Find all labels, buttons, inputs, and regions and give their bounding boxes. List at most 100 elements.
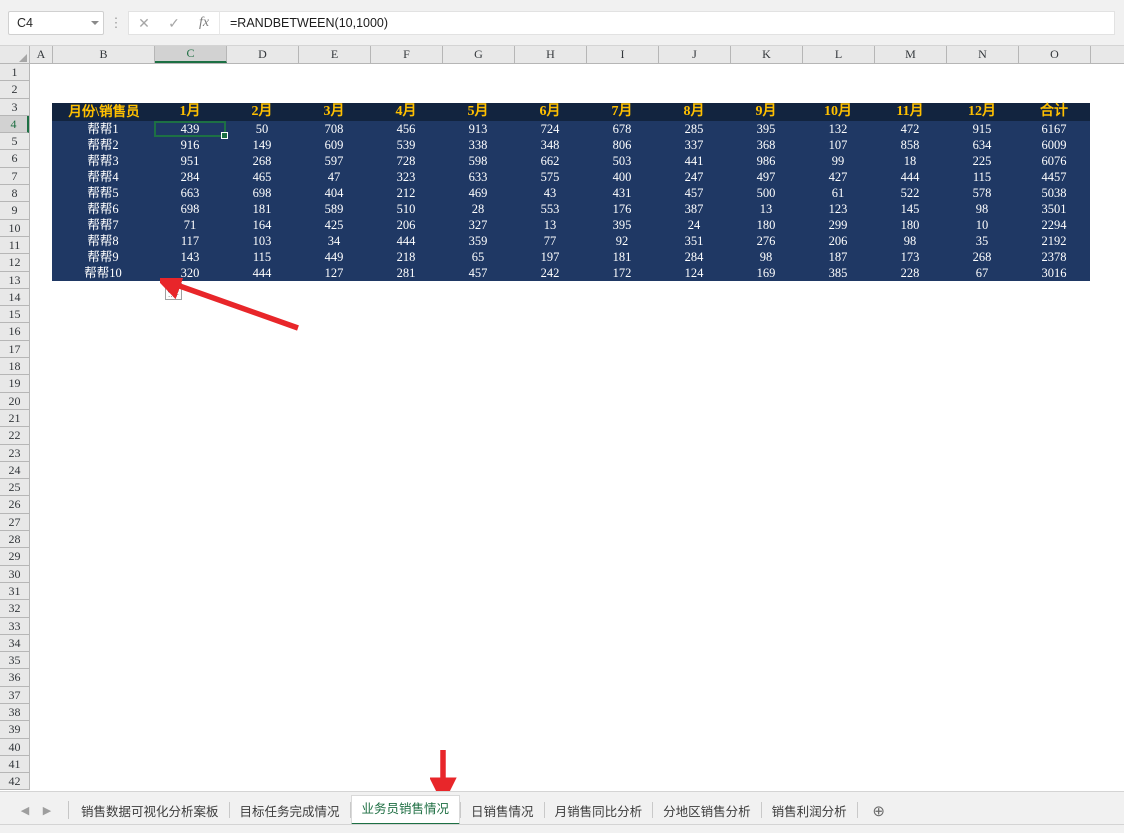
month-value-cell[interactable]: 123 [802,201,874,217]
month-value-cell[interactable]: 338 [442,137,514,153]
month-value-cell[interactable]: 28 [442,201,514,217]
row-header-32[interactable]: 32 [0,600,29,618]
month-value-cell[interactable]: 285 [658,121,730,137]
month-value-cell[interactable]: 103 [226,233,298,249]
month-value-cell[interactable]: 284 [154,169,226,185]
month-value-cell[interactable]: 351 [658,233,730,249]
month-value-cell[interactable]: 806 [586,137,658,153]
month-value-cell[interactable]: 268 [226,153,298,169]
month-value-cell[interactable]: 441 [658,153,730,169]
month-value-cell[interactable]: 281 [370,265,442,281]
row-header-31[interactable]: 31 [0,582,29,601]
row-header-22[interactable]: 22 [0,427,29,445]
month-value-cell[interactable]: 206 [802,233,874,249]
month-value-cell[interactable]: 242 [514,265,586,281]
month-value-cell[interactable]: 469 [442,185,514,201]
month-value-cell[interactable]: 143 [154,249,226,265]
row-header-21[interactable]: 21 [0,409,29,428]
month-value-cell[interactable]: 164 [226,217,298,233]
month-value-cell[interactable]: 598 [442,153,514,169]
month-value-cell[interactable]: 247 [658,169,730,185]
month-value-cell[interactable]: 444 [226,265,298,281]
more-options-icon[interactable]: ⋮ [104,16,128,29]
sheet-tab[interactable]: 销售利润分析 [762,799,857,825]
row-header-17[interactable]: 17 [0,340,29,359]
row-header-4[interactable]: 4 [0,115,29,134]
month-value-cell[interactable]: 47 [298,169,370,185]
month-value-cell[interactable]: 35 [946,233,1018,249]
month-value-cell[interactable]: 539 [370,137,442,153]
month-value-cell[interactable]: 724 [514,121,586,137]
nav-prev-icon[interactable]: ◀ [14,804,36,817]
month-value-cell[interactable]: 212 [370,185,442,201]
month-value-cell[interactable]: 457 [658,185,730,201]
row-header-14[interactable]: 14 [0,288,29,307]
month-value-cell[interactable]: 444 [370,233,442,249]
month-value-cell[interactable]: 50 [226,121,298,137]
month-value-cell[interactable]: 181 [586,249,658,265]
month-value-cell[interactable]: 951 [154,153,226,169]
month-value-cell[interactable]: 456 [370,121,442,137]
month-value-cell[interactable]: 228 [874,265,946,281]
month-value-cell[interactable]: 597 [298,153,370,169]
month-value-cell[interactable]: 115 [946,169,1018,185]
month-value-cell[interactable]: 662 [514,153,586,169]
month-value-cell[interactable]: 145 [874,201,946,217]
row-header-6[interactable]: 6 [0,150,29,168]
chevron-down-icon[interactable] [91,20,99,25]
month-value-cell[interactable]: 916 [154,137,226,153]
row-header-30[interactable]: 30 [0,565,29,583]
month-value-cell[interactable]: 400 [586,169,658,185]
column-header-c[interactable]: C [155,46,227,63]
month-value-cell[interactable]: 99 [802,153,874,169]
row-header-40[interactable]: 40 [0,738,29,756]
month-value-cell[interactable]: 197 [514,249,586,265]
row-header-41[interactable]: 41 [0,755,29,774]
month-value-cell[interactable]: 176 [586,201,658,217]
month-value-cell[interactable]: 284 [658,249,730,265]
row-header-5[interactable]: 5 [0,133,29,151]
month-value-cell[interactable]: 187 [802,249,874,265]
month-value-cell[interactable]: 92 [586,233,658,249]
sheet-tab[interactable]: 目标任务完成情况 [230,799,350,825]
column-header-l[interactable]: L [803,46,875,63]
month-value-cell[interactable]: 368 [730,137,802,153]
month-value-cell[interactable]: 457 [442,265,514,281]
row-header-19[interactable]: 19 [0,375,29,393]
month-value-cell[interactable]: 449 [298,249,370,265]
month-value-cell[interactable]: 225 [946,153,1018,169]
month-value-cell[interactable]: 503 [586,153,658,169]
month-value-cell[interactable]: 98 [874,233,946,249]
month-value-cell[interactable]: 18 [874,153,946,169]
month-value-cell[interactable]: 444 [874,169,946,185]
sheet-tab[interactable]: 月销售同比分析 [545,799,653,825]
month-value-cell[interactable]: 268 [946,249,1018,265]
row-header-27[interactable]: 27 [0,513,29,532]
formula-input[interactable]: =RANDBETWEEN(10,1000) [219,10,1115,35]
row-header-16[interactable]: 16 [0,323,29,341]
month-value-cell[interactable]: 67 [946,265,1018,281]
month-value-cell[interactable]: 181 [226,201,298,217]
month-value-cell[interactable]: 404 [298,185,370,201]
month-value-cell[interactable]: 77 [514,233,586,249]
month-value-cell[interactable]: 117 [154,233,226,249]
month-value-cell[interactable]: 180 [730,217,802,233]
month-value-cell[interactable]: 553 [514,201,586,217]
month-value-cell[interactable]: 337 [658,137,730,153]
month-value-cell[interactable]: 124 [658,265,730,281]
column-header-e[interactable]: E [299,46,371,63]
spreadsheet-grid[interactable]: 月份\销售员 1月 2月 3月 4月 5月 6月 7月 8月 9月 10月 11月 12月 合计 帮帮1 43… [31,64,1124,791]
month-value-cell[interactable]: 915 [946,121,1018,137]
month-value-cell[interactable]: 387 [658,201,730,217]
row-header-24[interactable]: 24 [0,461,29,480]
column-header-b[interactable]: B [53,46,155,63]
month-value-cell[interactable]: 663 [154,185,226,201]
row-header-33[interactable]: 33 [0,617,29,635]
month-value-cell[interactable]: 395 [730,121,802,137]
month-value-cell[interactable]: 34 [298,233,370,249]
row-header-2[interactable]: 2 [0,81,29,99]
month-value-cell[interactable]: 206 [370,217,442,233]
month-value-cell[interactable]: 348 [514,137,586,153]
month-value-cell[interactable]: 359 [442,233,514,249]
month-value-cell[interactable]: 115 [226,249,298,265]
